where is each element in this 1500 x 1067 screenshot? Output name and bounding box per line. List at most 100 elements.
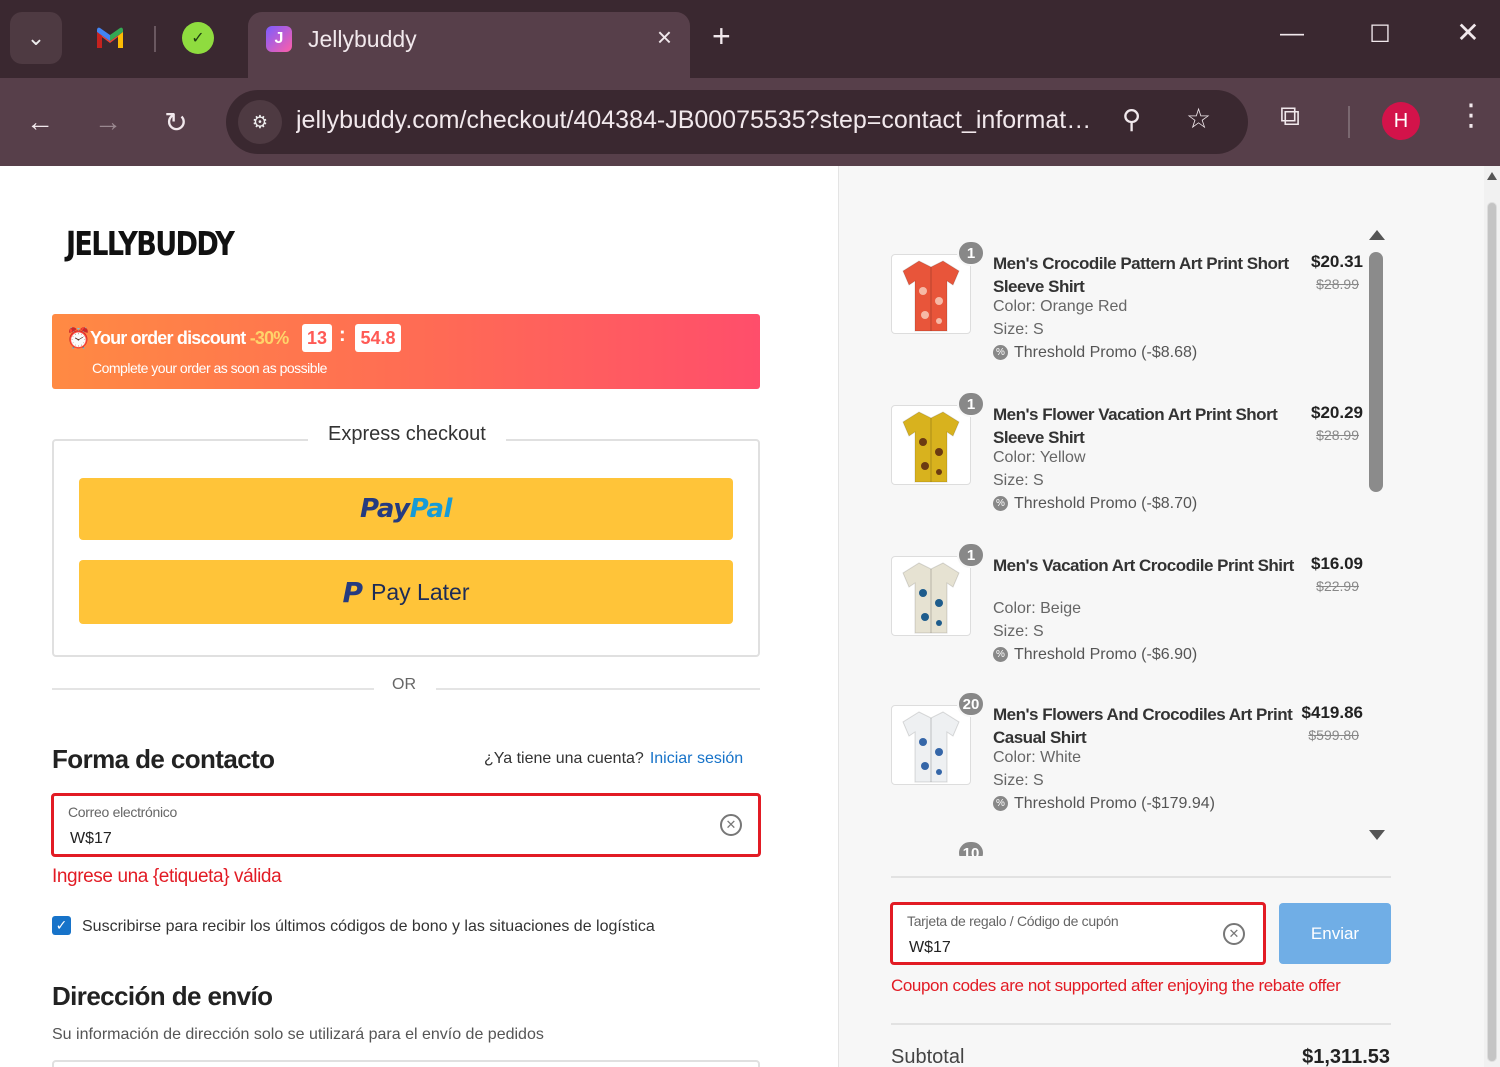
product-thumbnail[interactable] — [891, 405, 971, 485]
shipping-subtitle: Su información de dirección solo se util… — [52, 1026, 544, 1043]
discount-percent: -30% — [249, 328, 290, 348]
checkout-main: JELLYBUDDY ⏰ Your order discount -30% 13… — [0, 166, 838, 1067]
cart-item: 10 — [891, 840, 1371, 856]
paypal-icon: P — [342, 575, 364, 609]
page-scrollbar[interactable] — [1484, 166, 1500, 1067]
subtotal-label: Subtotal — [891, 1046, 965, 1067]
clear-input-icon[interactable]: ✕ — [1223, 923, 1245, 945]
product-name: Men's Flowers And Crocodiles Art Print C… — [993, 705, 1293, 747]
site-info-icon[interactable]: ⚙ — [238, 100, 282, 144]
back-arrow-icon[interactable]: ← — [18, 100, 62, 144]
email-field[interactable]: Correo electrónico W$17 ✕ — [51, 793, 761, 857]
paypal-button[interactable]: PayPal — [79, 478, 733, 540]
shirt-image — [901, 408, 961, 484]
product-original-price: $28.99 — [1316, 276, 1359, 292]
quantity-badge: 10 — [957, 840, 985, 856]
order-summary: 1 Men's Crocodile Pattern Art Print Shor… — [838, 166, 1484, 1067]
login-link[interactable]: Iniciar sesión — [650, 750, 743, 767]
product-color: Color: Yellow — [993, 449, 1086, 466]
clear-input-icon[interactable]: ✕ — [720, 814, 742, 836]
pay-later-button[interactable]: P Pay Later — [79, 560, 733, 624]
timer-colon: : — [339, 324, 346, 346]
product-price: $16.09 — [1311, 554, 1363, 573]
active-tab[interactable]: J Jellybuddy × — [248, 12, 690, 78]
pinned-tab[interactable]: ✓ — [180, 20, 216, 56]
scroll-up-arrow-icon[interactable] — [1369, 230, 1385, 240]
divider — [52, 688, 374, 690]
scrollbar-thumb[interactable] — [1487, 202, 1497, 1062]
promo-tag-icon: % — [993, 796, 1008, 812]
jellybuddy-favicon-icon: J — [266, 26, 292, 52]
divider — [891, 1023, 1391, 1025]
product-size: Size: S — [993, 472, 1044, 489]
product-thumbnail[interactable] — [891, 556, 971, 636]
tab-separator — [154, 26, 156, 52]
promo-line: % Threshold Promo (-$8.68) — [993, 344, 1197, 362]
discount-subtitle: Complete your order as soon as possible — [92, 360, 327, 376]
tab-search-button[interactable]: ⌄ — [10, 12, 62, 64]
new-tab-icon[interactable]: + — [712, 18, 731, 55]
checkmark-icon: ✓ — [55, 917, 68, 933]
promo-line: % Threshold Promo (-$8.70) — [993, 495, 1197, 513]
quantity-badge: 1 — [957, 240, 985, 266]
shipping-field[interactable] — [52, 1060, 760, 1067]
promo-line: % Threshold Promo (-$6.90) — [993, 646, 1197, 664]
coupon-input[interactable]: W$17 — [909, 939, 951, 957]
tab-title: Jellybuddy — [308, 26, 417, 52]
cart-list-scrollbar[interactable] — [1367, 230, 1387, 852]
subscribe-checkbox[interactable]: ✓ — [52, 916, 71, 935]
promo-tag-icon: % — [993, 496, 1008, 512]
cart-item-list[interactable]: 1 Men's Crocodile Pattern Art Print Shor… — [891, 240, 1371, 856]
scroll-down-arrow-icon[interactable] — [1369, 830, 1385, 840]
address-bar[interactable]: ⚙ jellybuddy.com/checkout/404384-JB00075… — [226, 90, 1248, 154]
forward-arrow-icon[interactable]: → — [86, 100, 130, 144]
toolbar-separator — [1348, 106, 1350, 138]
window-close-icon[interactable]: ✕ — [1448, 16, 1488, 49]
divider — [891, 876, 1391, 878]
jellybuddy-logo[interactable]: JELLYBUDDY — [66, 224, 235, 263]
scroll-up-arrow-icon[interactable] — [1487, 172, 1497, 180]
product-thumbnail[interactable] — [891, 705, 971, 785]
coupon-field[interactable]: Tarjeta de regalo / Código de cupón W$17… — [890, 902, 1266, 965]
cart-item: 1 Men's Flower Vacation Art Print Short … — [891, 391, 1371, 541]
zoom-icon[interactable]: ⚲ — [1122, 104, 1141, 135]
url-text[interactable]: jellybuddy.com/checkout/404384-JB0007553… — [296, 106, 1096, 135]
cart-item: 20 Men's Flowers And Crocodiles Art Prin… — [891, 691, 1371, 841]
browser-menu-icon[interactable]: ⋮ — [1456, 98, 1486, 133]
reload-icon[interactable]: ↻ — [154, 100, 198, 144]
minimize-icon[interactable]: — — [1272, 20, 1312, 48]
chevron-down-icon: ⌄ — [26, 25, 46, 50]
bookmark-star-icon[interactable]: ☆ — [1186, 102, 1211, 135]
alarm-clock-icon: ⏰ — [66, 328, 91, 350]
app-icon: ✓ — [182, 22, 214, 54]
product-thumbnail[interactable] — [891, 254, 971, 334]
cart-item: 1 Men's Vacation Art Crocodile Print Shi… — [891, 542, 1371, 692]
product-color: Color: Orange Red — [993, 298, 1128, 315]
gmail-pinned-tab[interactable] — [92, 20, 128, 56]
discount-banner: ⏰ Your order discount -30% 13 : 54.8 Com… — [52, 314, 760, 389]
product-original-price: $28.99 — [1316, 427, 1359, 443]
subscribe-label[interactable]: Suscribirse para recibir los últimos cód… — [82, 918, 655, 936]
shirt-image — [901, 257, 961, 333]
shirt-image — [901, 708, 961, 784]
divider — [436, 688, 760, 690]
express-checkout-box — [52, 439, 760, 657]
product-original-price: $22.99 — [1316, 578, 1359, 594]
email-error-message: Ingrese una {etiqueta} válida — [52, 866, 282, 887]
email-input[interactable]: W$17 — [70, 830, 112, 848]
product-size: Size: S — [993, 321, 1044, 338]
quantity-badge: 1 — [957, 391, 985, 417]
close-tab-icon[interactable]: × — [657, 22, 672, 53]
maximize-icon[interactable]: ☐ — [1360, 20, 1400, 49]
scrollbar-thumb[interactable] — [1369, 252, 1383, 492]
coupon-error-message: Coupon codes are not supported after enj… — [891, 976, 1341, 995]
paypal-logo: PayPal — [360, 494, 452, 524]
checkout-page: JELLYBUDDY ⏰ Your order discount -30% 13… — [0, 166, 1500, 1067]
shirt-image — [901, 559, 961, 635]
contact-section-title: Forma de contacto — [52, 744, 275, 774]
profile-avatar[interactable]: H — [1382, 102, 1420, 140]
apply-coupon-button[interactable]: Enviar — [1279, 903, 1391, 964]
express-checkout-title: Express checkout — [308, 423, 506, 446]
extensions-icon[interactable]: ⧉ — [1280, 100, 1300, 133]
product-price: $20.29 — [1311, 403, 1363, 422]
